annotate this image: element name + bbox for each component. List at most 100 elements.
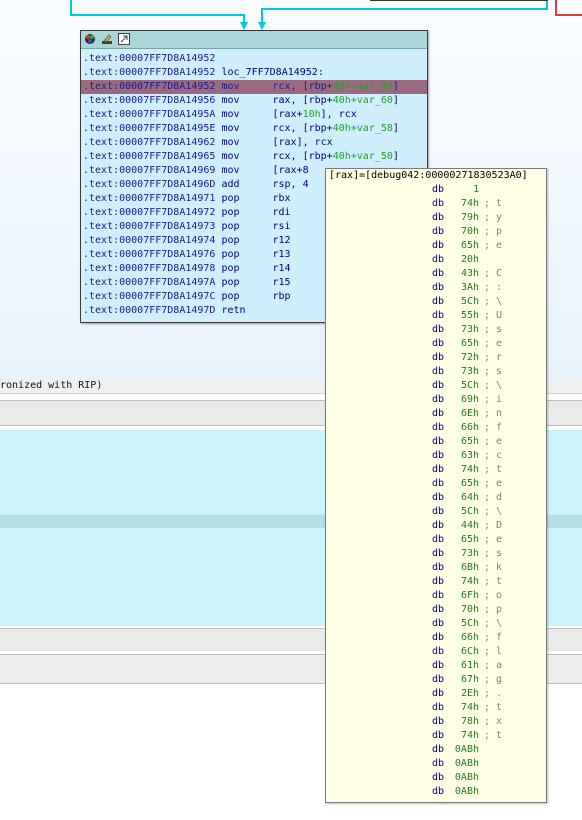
code-address[interactable]: .text:00007FF7D8A1497D (83, 305, 215, 316)
code-operands[interactable]: r14 (272, 263, 290, 274)
code-mnemonic[interactable]: pop (221, 262, 272, 276)
code-stack-var[interactable]: 10h (303, 109, 321, 120)
hint-directive: db (432, 786, 445, 797)
hint-directive: db (432, 702, 445, 713)
code-mnemonic[interactable]: pop (221, 206, 272, 220)
code-mnemonic[interactable]: pop (221, 192, 272, 206)
code-address[interactable]: .text:00007FF7D8A1496D (83, 179, 215, 190)
code-mnemonic[interactable]: mov (221, 164, 272, 178)
code-stack-var[interactable]: 40h+var_60 (333, 95, 393, 106)
code-operands[interactable]: r12 (272, 235, 290, 246)
code-address[interactable]: .text:00007FF7D8A14972 (83, 207, 215, 218)
code-operands[interactable]: rbp (272, 291, 290, 302)
hint-row: db 65h ; e (326, 435, 546, 449)
hint-row: db 79h ; y (326, 211, 546, 225)
hint-row: db 5Ch ; \ (326, 617, 546, 631)
code-address[interactable]: .text:00007FF7D8A1497A (83, 277, 215, 288)
code-mnemonic[interactable]: retn (221, 304, 272, 318)
code-mnemonic[interactable]: mov (221, 94, 272, 108)
code-line[interactable]: .text:00007FF7D8A1495A mov [rax+10h], rcx (81, 108, 427, 122)
hint-directive: db (432, 310, 445, 321)
hint-row: db 43h ; C (326, 267, 546, 281)
code-operands[interactable]: rsp, 4 (272, 179, 308, 190)
code-operands[interactable]: rsi (272, 221, 290, 232)
code-operands[interactable]: rcx, [rbp+ (272, 81, 332, 92)
code-address[interactable]: .text:00007FF7D8A14976 (83, 249, 215, 260)
code-stack-var[interactable]: 40h+var_58 (333, 123, 393, 134)
code-line[interactable]: .text:00007FF7D8A14962 mov [rax], rcx (81, 136, 427, 150)
code-mnemonic[interactable]: mov (221, 108, 272, 122)
code-mnemonic[interactable]: add (221, 178, 272, 192)
hint-value: 73h (460, 548, 479, 559)
hint-row: db 3Ah ; : (326, 281, 546, 295)
hint-value: 6Fh (460, 590, 479, 601)
hint-comment: ; x (484, 716, 503, 727)
hint-comment: ; r (484, 352, 503, 363)
hint-directive: db (432, 268, 445, 279)
code-address[interactable]: .text:00007FF7D8A14956 (83, 95, 215, 106)
hint-directive: db (432, 744, 445, 755)
code-address[interactable]: .text:00007FF7D8A14974 (83, 235, 215, 246)
code-line[interactable]: .text:00007FF7D8A14952 mov rcx, [rbp+40h+… (81, 80, 427, 94)
hint-comment: ; l (484, 646, 503, 657)
hint-directive: db (432, 618, 445, 629)
hint-row: db 70h ; p (326, 603, 546, 617)
code-operands[interactable]: rcx, [rbp+ (272, 151, 332, 162)
code-address[interactable]: .text:00007FF7D8A14952 (83, 81, 215, 92)
code-line[interactable]: .text:00007FF7D8A14952 loc_7FF7D8A14952: (81, 66, 427, 80)
code-address[interactable]: .text:00007FF7D8A14969 (83, 165, 215, 176)
hint-comment: ; i (484, 394, 503, 405)
hint-value: 0ABh (454, 772, 479, 783)
hint-comment: ; U (484, 310, 503, 321)
hint-directive: db (432, 576, 445, 587)
code-address[interactable]: .text:00007FF7D8A14971 (83, 193, 215, 204)
hint-comment: ; d (484, 492, 503, 503)
hint-row: db 0ABh (326, 757, 546, 771)
graph-node-collapse-icon[interactable] (118, 33, 130, 45)
code-mnemonic[interactable]: pop (221, 276, 272, 290)
code-operands[interactable]: [rax+ (272, 109, 302, 120)
code-stack-var[interactable]: 40h+var_50 (333, 151, 393, 162)
code-stack-var[interactable]: 40h+var_40 (333, 81, 393, 92)
code-operands[interactable]: [rax+8 (272, 165, 308, 176)
code-mnemonic[interactable]: pop (221, 234, 272, 248)
code-mnemonic[interactable]: pop (221, 290, 272, 304)
hint-directive: db (432, 604, 445, 615)
code-line[interactable]: .text:00007FF7D8A14965 mov rcx, [rbp+40h+… (81, 150, 427, 164)
code-mnemonic[interactable]: mov (221, 80, 272, 94)
code-mnemonic[interactable]: mov (221, 122, 272, 136)
code-address[interactable]: .text:00007FF7D8A14952 (83, 67, 215, 78)
hint-row: db 66h ; f (326, 631, 546, 645)
code-operands[interactable]: rdi (272, 207, 290, 218)
hint-value: 74h (460, 702, 479, 713)
code-address[interactable]: .text:00007FF7D8A14978 (83, 263, 215, 274)
graph-node-color-icon[interactable] (84, 33, 96, 45)
code-address[interactable]: .text:00007FF7D8A14962 (83, 137, 215, 148)
code-operands[interactable]: rcx, [rbp+ (272, 123, 332, 134)
code-operands[interactable]: r15 (272, 277, 290, 288)
code-mnemonic[interactable]: mov (221, 150, 272, 164)
code-address[interactable]: .text:00007FF7D8A1497C (83, 291, 215, 302)
code-address[interactable]: .text:00007FF7D8A1495E (83, 123, 215, 134)
code-mnemonic[interactable]: pop (221, 220, 272, 234)
code-operands[interactable]: r13 (272, 249, 290, 260)
code-address[interactable]: .text:00007FF7D8A14973 (83, 221, 215, 232)
hint-comment: ; C (484, 268, 503, 279)
code-line[interactable]: .text:00007FF7D8A1495E mov rcx, [rbp+40h+… (81, 122, 427, 136)
code-operands[interactable]: rbx (272, 193, 290, 204)
code-line[interactable]: .text:00007FF7D8A14952 (81, 52, 427, 66)
code-mnemonic[interactable]: mov (221, 136, 272, 150)
code-operands[interactable]: rax, [rbp+ (272, 95, 332, 106)
graph-node-titlebar[interactable] (81, 31, 427, 49)
code-operands-tail: ] (392, 151, 399, 162)
hint-comment: ; t (484, 702, 503, 713)
code-mnemonic[interactable]: pop (221, 248, 272, 262)
code-line[interactable]: .text:00007FF7D8A14956 mov rax, [rbp+40h+… (81, 94, 427, 108)
code-address[interactable]: .text:00007FF7D8A14965 (83, 151, 215, 162)
code-address[interactable]: .text:00007FF7D8A1495A (83, 109, 215, 120)
code-operands[interactable]: [rax], rcx (272, 137, 332, 148)
hint-directive: db (432, 646, 445, 657)
code-label[interactable]: loc_7FF7D8A14952: (221, 67, 323, 78)
graph-node-rename-icon[interactable] (101, 33, 113, 45)
code-address[interactable]: .text:00007FF7D8A14952 (83, 53, 215, 64)
